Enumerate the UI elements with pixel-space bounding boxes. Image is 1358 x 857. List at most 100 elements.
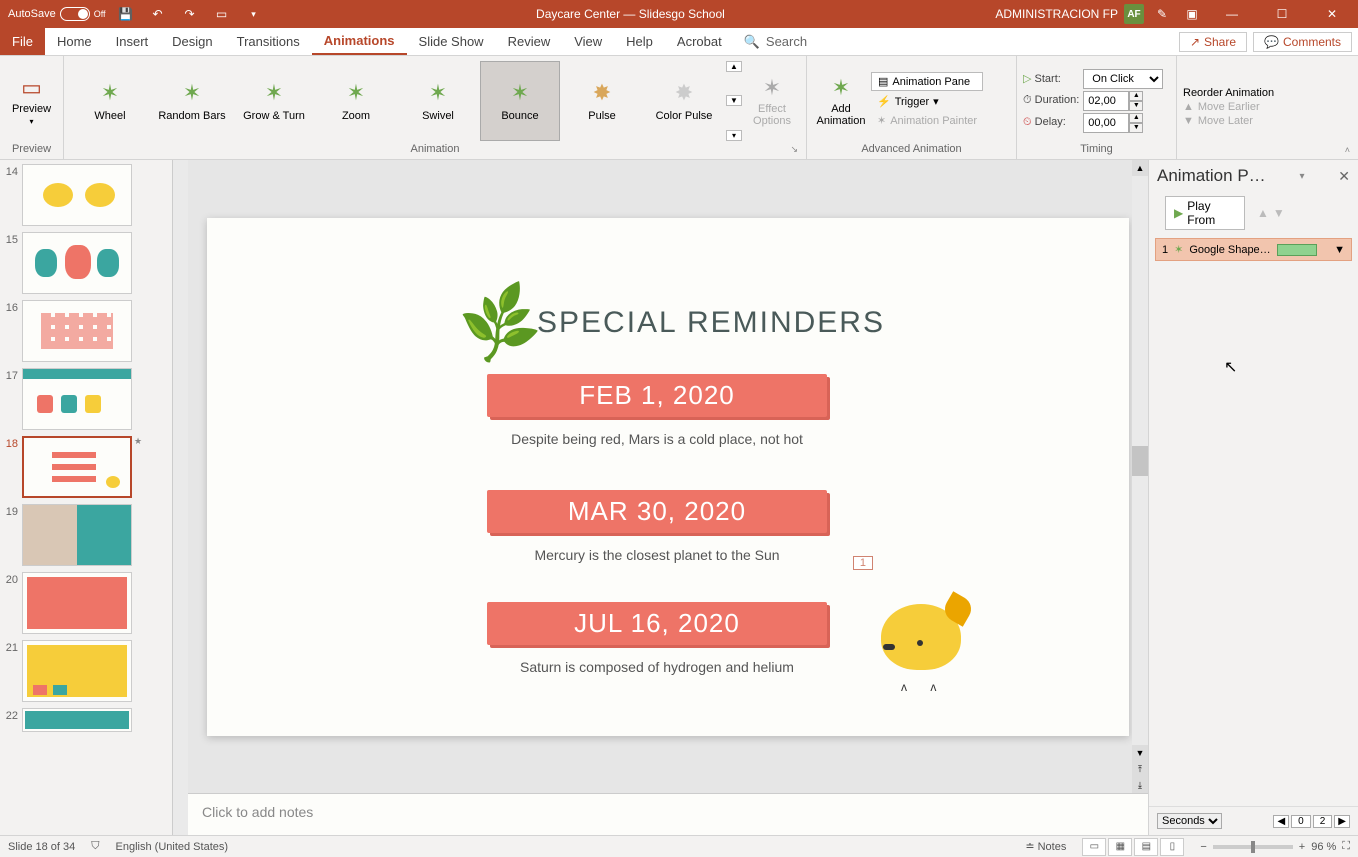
effect-options-icon: ✶: [763, 75, 781, 101]
thumbnail-22[interactable]: [22, 708, 132, 732]
tab-slideshow[interactable]: Slide Show: [407, 28, 496, 55]
fit-window-icon[interactable]: ⛶: [1342, 840, 1350, 853]
tab-view[interactable]: View: [562, 28, 614, 55]
tab-animations[interactable]: Animations: [312, 28, 407, 55]
effect-zoom[interactable]: ✶Zoom: [316, 61, 396, 141]
thumbnail-20[interactable]: [22, 572, 132, 634]
tab-design[interactable]: Design: [160, 28, 224, 55]
tab-acrobat[interactable]: Acrobat: [665, 28, 734, 55]
thumbnail-scrollbar[interactable]: [172, 160, 188, 835]
save-icon[interactable]: 💾: [114, 2, 138, 26]
redo-icon[interactable]: ↷: [178, 2, 202, 26]
chick-shape[interactable]: ʌ ʌ: [881, 604, 961, 680]
effect-wheel[interactable]: ✶Wheel: [70, 61, 150, 141]
thumbnail-15[interactable]: [22, 232, 132, 294]
add-animation-button[interactable]: ✶ Add Animation: [813, 61, 869, 141]
effect-color-pulse[interactable]: ✸Color Pulse: [644, 61, 724, 141]
prev-slide-icon: ⤒: [1132, 761, 1148, 777]
minimize-button[interactable]: —: [1210, 0, 1254, 28]
animation-number-tag[interactable]: 1: [853, 556, 873, 570]
normal-view-icon[interactable]: ▭: [1082, 838, 1106, 856]
collapse-ribbon-icon[interactable]: ˄: [1345, 145, 1350, 155]
delay-input[interactable]: [1083, 113, 1129, 133]
tab-transitions[interactable]: Transitions: [225, 28, 312, 55]
tab-help[interactable]: Help: [614, 28, 665, 55]
timing-bar[interactable]: [1277, 244, 1317, 256]
trigger-button[interactable]: ⚡Trigger ▾: [871, 93, 983, 110]
animation-painter-button[interactable]: ✶Animation Painter: [871, 112, 983, 129]
effect-bounce[interactable]: ✶Bounce: [480, 61, 560, 141]
slide-canvas[interactable]: 🌿 SPECIAL REMINDERS FEB 1, 2020 Despite …: [188, 160, 1148, 793]
start-select[interactable]: On Click: [1083, 69, 1163, 89]
effect-random-bars[interactable]: ✶Random Bars: [152, 61, 232, 141]
zoom-in-icon[interactable]: +: [1299, 841, 1305, 853]
thumbnail-17[interactable]: [22, 368, 132, 430]
sorter-view-icon[interactable]: ▦: [1108, 838, 1132, 856]
animation-launcher-icon[interactable]: ↘: [790, 144, 798, 155]
effect-grow-turn[interactable]: ✶Grow & Turn: [234, 61, 314, 141]
zoom-level[interactable]: 96 %: [1311, 841, 1336, 853]
tab-review[interactable]: Review: [496, 28, 563, 55]
notes-input[interactable]: Click to add notes: [188, 793, 1148, 835]
gallery-scroll[interactable]: ▲▼▾: [726, 61, 742, 141]
pane-menu-icon[interactable]: ▾: [1299, 171, 1304, 182]
thumbnail-19[interactable]: [22, 504, 132, 566]
thumbnail-14[interactable]: [22, 164, 132, 226]
trigger-icon: ⚡: [877, 95, 891, 108]
accessibility-icon[interactable]: ⛉: [91, 840, 99, 853]
ribbon-display-icon[interactable]: ▣: [1180, 2, 1204, 26]
maximize-button[interactable]: ☐: [1260, 0, 1304, 28]
timeline-pager[interactable]: ◀02▶: [1273, 815, 1350, 828]
date-block-2: MAR 30, 2020 Mercury is the closest plan…: [487, 490, 827, 563]
preview-button[interactable]: ▭ Preview ▾: [6, 61, 57, 141]
tab-file[interactable]: File: [0, 28, 45, 55]
tab-insert[interactable]: Insert: [104, 28, 161, 55]
close-pane-icon[interactable]: ✕: [1338, 168, 1350, 185]
present-icon[interactable]: ▭: [210, 2, 234, 26]
animation-list-item[interactable]: 1 ✶ Google Shape… ▼: [1155, 238, 1352, 261]
timescale-select[interactable]: Seconds: [1157, 813, 1222, 829]
animation-pane-button[interactable]: ▤Animation Pane: [871, 72, 983, 91]
animation-gallery[interactable]: ✶Wheel ✶Random Bars ✶Grow & Turn ✶Zoom ✶…: [70, 61, 724, 141]
share-button[interactable]: ↗Share: [1179, 32, 1247, 52]
thumbnail-18[interactable]: [22, 436, 132, 498]
delay-spinner[interactable]: ▲▼: [1129, 113, 1143, 133]
group-label-preview: Preview: [6, 143, 57, 157]
thumbnail-16[interactable]: [22, 300, 132, 362]
group-label-timing: Timing: [1023, 143, 1170, 157]
autosave-toggle[interactable]: AutoSave Off: [8, 7, 106, 21]
duration-spinner[interactable]: ▲▼: [1129, 91, 1143, 111]
thumbnail-21[interactable]: [22, 640, 132, 702]
undo-icon[interactable]: ↶: [146, 2, 170, 26]
comments-button[interactable]: 💬Comments: [1253, 32, 1352, 52]
effect-options-button[interactable]: ✶ Effect Options: [744, 61, 800, 141]
reading-view-icon[interactable]: ▤: [1134, 838, 1158, 856]
status-bar: Slide 18 of 34 ⛉ English (United States)…: [0, 835, 1358, 857]
bounce-effect-icon: ✶: [1174, 243, 1183, 256]
slideshow-view-icon[interactable]: ▯: [1160, 838, 1184, 856]
share-icon: ↗: [1190, 35, 1200, 49]
effect-pulse[interactable]: ✸Pulse: [562, 61, 642, 141]
group-label-advanced: Advanced Animation: [813, 143, 1010, 157]
slide-scrollbar-vertical[interactable]: ▲ ▼ ⤒ ⤓: [1132, 160, 1148, 793]
search-input[interactable]: 🔍 Search: [734, 34, 817, 50]
delay-label: ⏲ Delay:: [1023, 116, 1079, 129]
effect-swivel[interactable]: ✶Swivel: [398, 61, 478, 141]
next-slide-icon: ⤓: [1132, 777, 1148, 793]
animation-indicator-icon: ★: [134, 436, 142, 447]
qat-more-icon[interactable]: ▾: [242, 2, 266, 26]
zoom-slider[interactable]: [1213, 845, 1293, 849]
language-button[interactable]: English (United States): [116, 841, 229, 853]
item-dropdown-icon[interactable]: ▼: [1334, 244, 1345, 256]
play-from-button[interactable]: ▶Play From: [1165, 196, 1245, 230]
close-button[interactable]: ✕: [1310, 0, 1354, 28]
tab-home[interactable]: Home: [45, 28, 104, 55]
duration-input[interactable]: [1083, 91, 1129, 111]
zoom-out-icon[interactable]: −: [1200, 841, 1206, 853]
notes-toggle[interactable]: ≐ Notes: [1025, 840, 1066, 853]
thumbnail-panel[interactable]: 14 15 16 17 18★ 19 20 21 22: [0, 160, 172, 835]
eyedropper-icon[interactable]: ✎: [1150, 2, 1174, 26]
avatar[interactable]: AF: [1124, 4, 1144, 24]
ribbon: ▭ Preview ▾ Preview ✶Wheel ✶Random Bars …: [0, 56, 1358, 160]
slide-counter[interactable]: Slide 18 of 34: [8, 841, 75, 853]
